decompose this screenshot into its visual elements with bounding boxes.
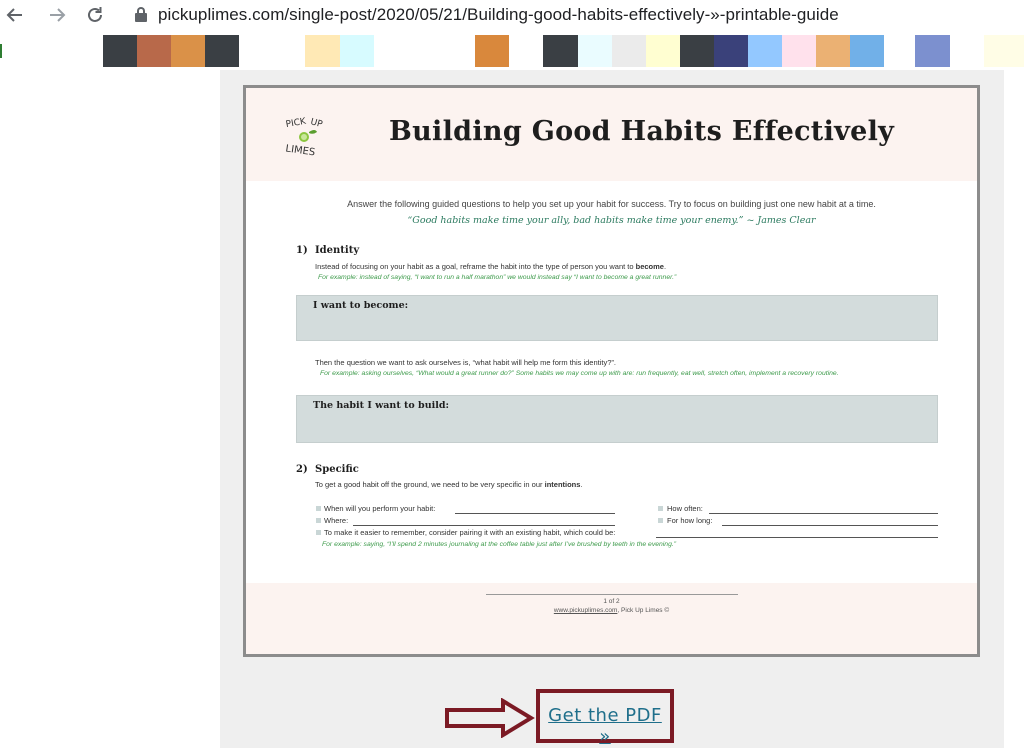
color-swatch[interactable] — [612, 35, 646, 67]
become-box-label: I want to become: — [313, 300, 409, 311]
section-1-title: Identity — [315, 245, 360, 256]
doc-footer: 1 of 2 www.pickuplimes.com, Pick Up Lime… — [246, 583, 977, 654]
section-1-text: Instead of focusing on your habit as a g… — [315, 262, 667, 271]
color-swatch[interactable] — [509, 35, 543, 67]
lime-logo-icon: PICK UP LIMES — [285, 117, 324, 159]
field-where-line[interactable] — [353, 525, 615, 526]
habit-box[interactable]: The habit I want to build: — [296, 395, 938, 443]
color-swatch[interactable] — [578, 35, 612, 67]
field-pair-label: To make it easier to remember, consider … — [324, 528, 616, 537]
field-when-label: When will you perform your habit: — [324, 504, 436, 513]
doc-title: Building Good Habits Effectively — [389, 116, 895, 147]
bullet-icon — [658, 506, 663, 511]
lock-icon — [134, 7, 148, 23]
section-2-title: Specific — [315, 464, 359, 475]
doc-header: PICK UP LIMES Building Good Habits Effec… — [246, 88, 977, 181]
color-swatch[interactable] — [475, 35, 509, 67]
printable-guide-preview: PICK UP LIMES Building Good Habits Effec… — [243, 85, 980, 657]
section-1-example: For example: instead of saying, “I want … — [318, 274, 677, 281]
color-swatch[interactable] — [714, 35, 748, 67]
bullet-icon — [316, 506, 321, 511]
color-swatch[interactable] — [984, 35, 1024, 67]
get-pdf-highlight: Get the PDF » — [536, 689, 674, 747]
section-2-text: To get a good habit off the ground, we n… — [315, 480, 583, 489]
svg-text:LIMES: LIMES — [285, 143, 316, 158]
url-text[interactable]: pickuplimes.com/single-post/2020/05/21/B… — [158, 5, 839, 25]
field-where-label: Where: — [324, 516, 349, 525]
color-swatch[interactable] — [137, 35, 171, 67]
color-swatch[interactable] — [103, 35, 137, 67]
section-1-text-2: Then the question we want to ask ourselv… — [315, 358, 616, 367]
footer-credit: www.pickuplimes.com, Pick Up Limes © — [553, 607, 670, 614]
svg-text:UP: UP — [309, 117, 324, 130]
reload-icon — [88, 7, 102, 22]
color-swatch[interactable] — [205, 35, 239, 67]
color-swatch[interactable] — [748, 35, 782, 67]
address-bar[interactable]: pickuplimes.com/single-post/2020/05/21/B… — [134, 5, 839, 25]
become-box[interactable]: I want to become: — [296, 295, 938, 341]
page-number: 1 of 2 — [603, 598, 620, 605]
color-swatch[interactable] — [950, 35, 984, 67]
quote-text: “Good habits make time your ally, bad ha… — [407, 215, 816, 226]
color-swatch[interactable] — [171, 35, 205, 67]
color-swatch[interactable] — [305, 35, 340, 67]
field-long-line[interactable] — [722, 525, 938, 526]
browser-toolbar: pickuplimes.com/single-post/2020/05/21/B… — [0, 0, 1024, 30]
back-button[interactable] — [0, 0, 30, 30]
section-2-number: 2) — [296, 464, 308, 475]
bullet-icon — [316, 518, 321, 523]
field-pair-line[interactable] — [656, 537, 938, 538]
forward-button[interactable] — [42, 0, 72, 30]
footer-site-link[interactable]: www.pickuplimes.com — [554, 607, 618, 614]
color-swatch[interactable] — [340, 35, 374, 67]
section-1-number: 1) — [296, 245, 308, 256]
section-1-example-2: For example: asking ourselves, “What wou… — [320, 370, 839, 377]
color-swatch[interactable] — [816, 35, 850, 67]
field-long-label: For how long: — [667, 516, 713, 525]
field-often-line[interactable] — [709, 513, 938, 514]
color-swatch[interactable] — [850, 35, 884, 67]
arrow-right-icon — [50, 8, 66, 22]
color-swatch[interactable] — [884, 35, 915, 67]
field-when-line[interactable] — [455, 513, 615, 514]
field-often-label: How often: — [667, 504, 703, 513]
color-swatch[interactable] — [915, 35, 950, 67]
color-swatch[interactable] — [543, 35, 578, 67]
color-swatch[interactable] — [782, 35, 816, 67]
reload-button[interactable] — [80, 0, 110, 30]
arrow-right-icon — [445, 698, 535, 738]
bullet-icon — [658, 518, 663, 523]
color-swatch[interactable] — [239, 35, 305, 67]
arrow-left-icon — [6, 8, 22, 22]
svg-text:PICK: PICK — [285, 117, 308, 131]
footer-divider — [486, 594, 738, 595]
color-swatch[interactable] — [646, 35, 680, 67]
bullet-icon — [316, 530, 321, 535]
color-swatch[interactable] — [680, 35, 714, 67]
intro-text: Answer the following guided questions to… — [347, 199, 876, 209]
color-swatch-strip — [0, 35, 1024, 67]
section-2-example: For example: saying, “I’ll spend 2 minut… — [322, 541, 677, 548]
get-pdf-link[interactable]: Get the PDF » — [540, 705, 670, 747]
habit-box-label: The habit I want to build: — [313, 400, 449, 411]
color-swatch[interactable] — [374, 35, 475, 67]
